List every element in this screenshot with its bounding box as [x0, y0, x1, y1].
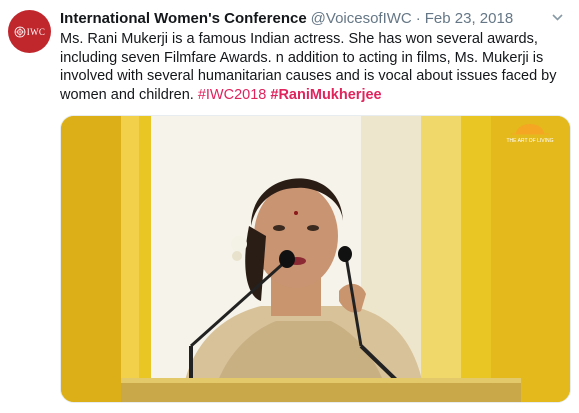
- iwc-logo-icon: [14, 26, 26, 37]
- separator-dot: ·: [415, 10, 421, 27]
- avatar[interactable]: IWC: [8, 10, 51, 53]
- tweet-media-video[interactable]: THE ART OF LIVING: [60, 115, 571, 403]
- video-still-image: THE ART OF LIVING: [61, 116, 570, 402]
- hashtag-ranimukherjee[interactable]: #RaniMukherjee: [270, 87, 381, 103]
- tweet-date[interactable]: Feb 23, 2018: [425, 10, 513, 28]
- avatar-text: IWC: [26, 26, 46, 37]
- hashtag-iwc2018[interactable]: #IWC2018: [198, 87, 267, 103]
- author-name[interactable]: International Women's Conference: [60, 10, 307, 28]
- tweet-text: Ms. Rani Mukerji is a famous Indian actr…: [60, 30, 570, 104]
- watermark-text: THE ART OF LIVING: [506, 138, 553, 144]
- tweet-header: International Women's Conference @Voices…: [60, 10, 567, 28]
- author-handle[interactable]: @VoicesofIWC: [311, 10, 412, 28]
- tweet-card[interactable]: IWC International Women's Conference @Vo…: [0, 0, 579, 413]
- chevron-down-icon[interactable]: [552, 13, 563, 24]
